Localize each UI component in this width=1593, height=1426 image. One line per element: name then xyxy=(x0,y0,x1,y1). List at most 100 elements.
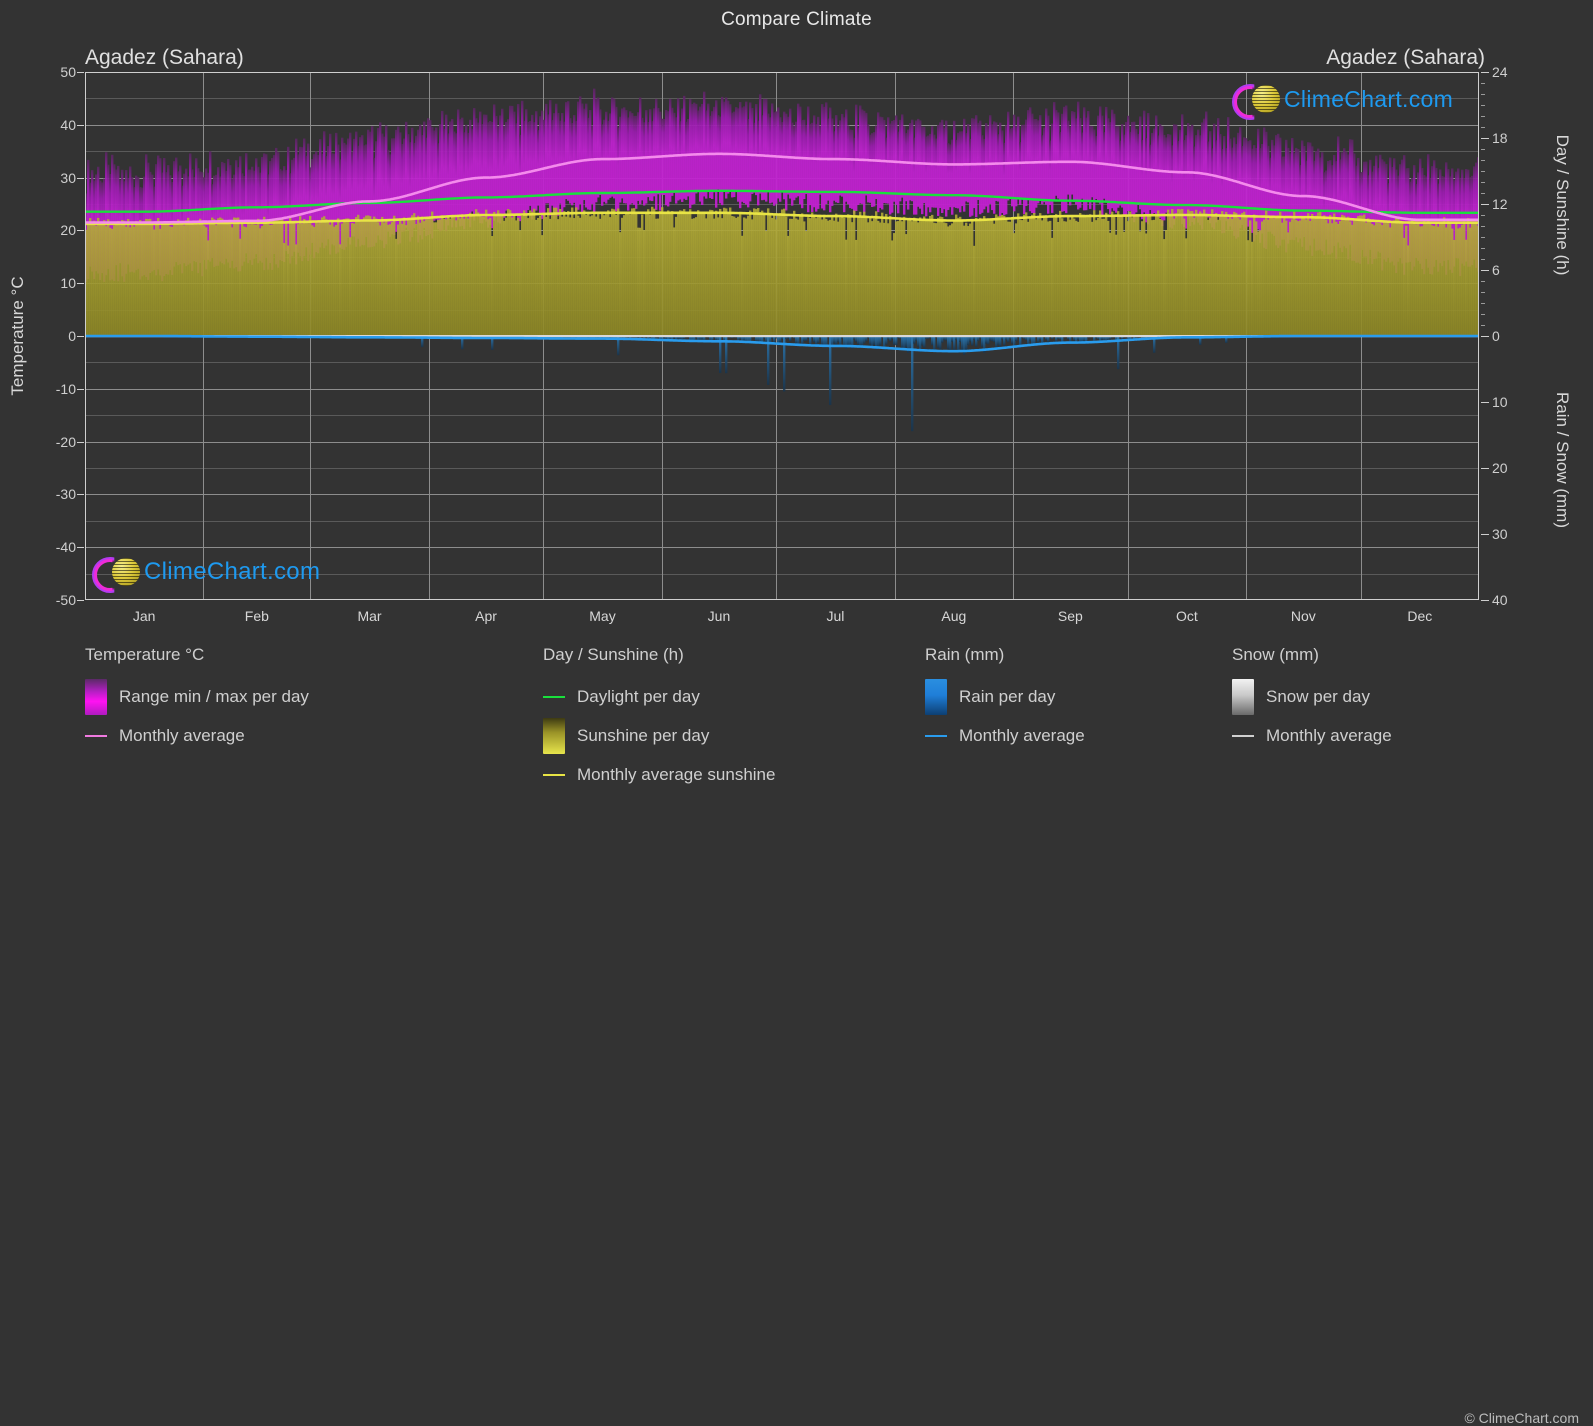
legend-swatch-snow xyxy=(1232,678,1254,715)
right-axis-rain-tick-label: 10 xyxy=(1492,394,1508,410)
axis-line-top xyxy=(85,72,1479,73)
left-axis-tick-mark xyxy=(77,388,84,390)
right-axis-tick-mark-minor xyxy=(1481,259,1485,260)
x-axis-tick-label-dec: Dec xyxy=(1407,608,1433,624)
axis-line-right xyxy=(1478,72,1479,600)
left-axis-tick-mark xyxy=(77,124,84,126)
copyright-text: © ClimeChart.com xyxy=(1464,1410,1579,1426)
watermark-text-top: ClimeChart.com xyxy=(1284,85,1454,112)
right-axis-tick-mark-minor xyxy=(1481,226,1485,227)
right-axis-tick-mark-minor xyxy=(1481,105,1485,106)
left-axis-tick-label: 10 xyxy=(60,275,76,292)
right-axis-sun-tick-label: 24 xyxy=(1492,64,1508,80)
legend-item: Rain per day xyxy=(925,677,1085,716)
legend-group-day-sunshine: Day / Sunshine (h) Daylight per day Suns… xyxy=(543,645,775,794)
rain-bars xyxy=(165,336,1278,432)
right-axis-tick-mark xyxy=(1481,402,1489,403)
right-axis-rain-tick-label: 30 xyxy=(1492,526,1508,542)
right-axis-tick-mark-minor xyxy=(1481,248,1485,249)
legend-item-label: Monthly average sunshine xyxy=(577,764,776,784)
legend-swatch-temp-range xyxy=(85,678,107,715)
left-axis-tick-label: -50 xyxy=(55,592,76,608)
legend-item-label: Monthly average xyxy=(1266,725,1392,745)
right-axis-tick-mark xyxy=(1481,270,1489,271)
right-axis-tick-mark-minor xyxy=(1481,171,1485,172)
right-axis-sun-tick-label: 0 xyxy=(1492,328,1500,344)
left-axis-tick-label: 50 xyxy=(60,64,76,80)
legend-item-label: Monthly average xyxy=(959,725,1085,745)
right-axis-tick-mark-minor xyxy=(1481,281,1485,282)
legend-item: Range min / max per day xyxy=(85,677,309,716)
legend-item: Monthly average xyxy=(85,716,309,755)
left-axis-tick-mark xyxy=(77,494,84,496)
legend-item-label: Daylight per day xyxy=(577,686,700,706)
left-axis-tick-label: -40 xyxy=(55,539,76,556)
legend-item-label: Range min / max per day xyxy=(119,686,309,706)
left-axis-ticks: 50 40 30 20 10 0 -10 -20 -30 -40 -50 xyxy=(24,64,84,608)
left-location-title: Agadez (Sahara) xyxy=(85,46,244,69)
right-axis-tick-mark-minor xyxy=(1481,182,1485,183)
page-title: Compare Climate xyxy=(721,9,872,30)
climechart-logo-icon xyxy=(1232,80,1280,120)
chart-legend: Temperature °C Range min / max per day M… xyxy=(0,645,1593,1426)
legend-item: Monthly average xyxy=(1232,716,1392,755)
climechart-logo-icon xyxy=(92,553,140,593)
x-axis-tick-label-apr: Apr xyxy=(475,608,497,624)
watermark-logo-top: ClimeChart.com xyxy=(1232,80,1454,120)
right-axis-rain-tick-label: 20 xyxy=(1492,460,1508,476)
right-location-title: Agadez (Sahara) xyxy=(1326,46,1485,69)
right-axis-tick-mark-minor xyxy=(1481,303,1485,304)
legend-item-label: Rain per day xyxy=(959,686,1056,706)
legend-item: Daylight per day xyxy=(543,677,775,716)
legend-swatch-rain-average xyxy=(925,734,947,737)
right-axis-tick-mark-minor xyxy=(1481,83,1485,84)
sunshine-area xyxy=(85,206,1479,336)
legend-swatch-sunshine xyxy=(543,717,565,754)
watermark-logo-bottom: ClimeChart.com xyxy=(92,553,321,593)
right-axis-tick-mark xyxy=(1481,72,1489,73)
left-axis-tick-mark xyxy=(77,336,84,337)
legend-swatch-sunshine-average xyxy=(543,773,565,776)
left-axis-tick-mark xyxy=(77,230,84,232)
right-axis-tick-mark-minor xyxy=(1481,149,1485,150)
legend-item: Monthly average xyxy=(925,716,1085,755)
legend-item-label: Snow per day xyxy=(1266,686,1370,706)
right-axis-tick-mark-minor xyxy=(1481,160,1485,161)
right-axis-tick-mark xyxy=(1481,138,1489,139)
x-axis-tick-label-jan: Jan xyxy=(132,608,156,624)
legend-item: Monthly average sunshine xyxy=(543,755,775,794)
right-axis-sun-tick-label: 12 xyxy=(1492,196,1508,212)
x-axis-tick-label-sep: Sep xyxy=(1057,608,1083,624)
watermark-text-bottom: ClimeChart.com xyxy=(144,558,321,585)
left-axis-tick-label: 20 xyxy=(60,222,76,239)
right-axis-sun-tick-label: 18 xyxy=(1492,130,1508,146)
left-axis-tick-mark xyxy=(77,72,84,73)
right-axis-tick-mark-minor xyxy=(1481,325,1485,326)
x-axis-tick-label-mar: Mar xyxy=(357,608,382,624)
legend-heading: Rain (mm) xyxy=(925,645,1005,664)
legend-swatch-temp-average xyxy=(85,734,107,737)
x-axis-tick-label-oct: Oct xyxy=(1175,608,1198,624)
left-axis-tick-mark xyxy=(77,177,84,179)
x-axis-tick-label-jul: Jul xyxy=(826,608,845,624)
right-axis-tick-mark xyxy=(1481,600,1489,601)
chart-data-layer xyxy=(85,88,1479,432)
left-axis-tick-mark xyxy=(77,441,84,443)
left-axis-tick-mark xyxy=(77,600,84,601)
legend-group-rain: Rain (mm) Rain per day Monthly average xyxy=(925,645,1085,755)
left-axis-tick-mark xyxy=(77,283,84,285)
legend-heading: Temperature °C xyxy=(85,645,205,664)
x-axis-tick-label-jun: Jun xyxy=(707,608,731,624)
right-axis-bottom-title: Rain / Snow (mm) xyxy=(1553,391,1572,529)
legend-item-label: Monthly average xyxy=(119,725,245,745)
right-axis-ticks: 24 18 12 6 0 10 20 30 40 xyxy=(1481,64,1532,608)
left-axis-tick-label: 30 xyxy=(60,169,76,186)
legend-swatch-daylight xyxy=(543,695,565,698)
legend-swatch-snow-average xyxy=(1232,734,1254,737)
left-axis-tick-mark xyxy=(77,547,84,549)
legend-item: Snow per day xyxy=(1232,677,1392,716)
left-axis-tick-label: -30 xyxy=(55,486,76,503)
x-axis-month-labels: Jan Feb Mar Apr May Jun Jul Aug Sep Oct Nov Dec xyxy=(85,600,1479,630)
axis-line-left xyxy=(85,72,86,600)
legend-item: Sunshine per day xyxy=(543,716,775,755)
